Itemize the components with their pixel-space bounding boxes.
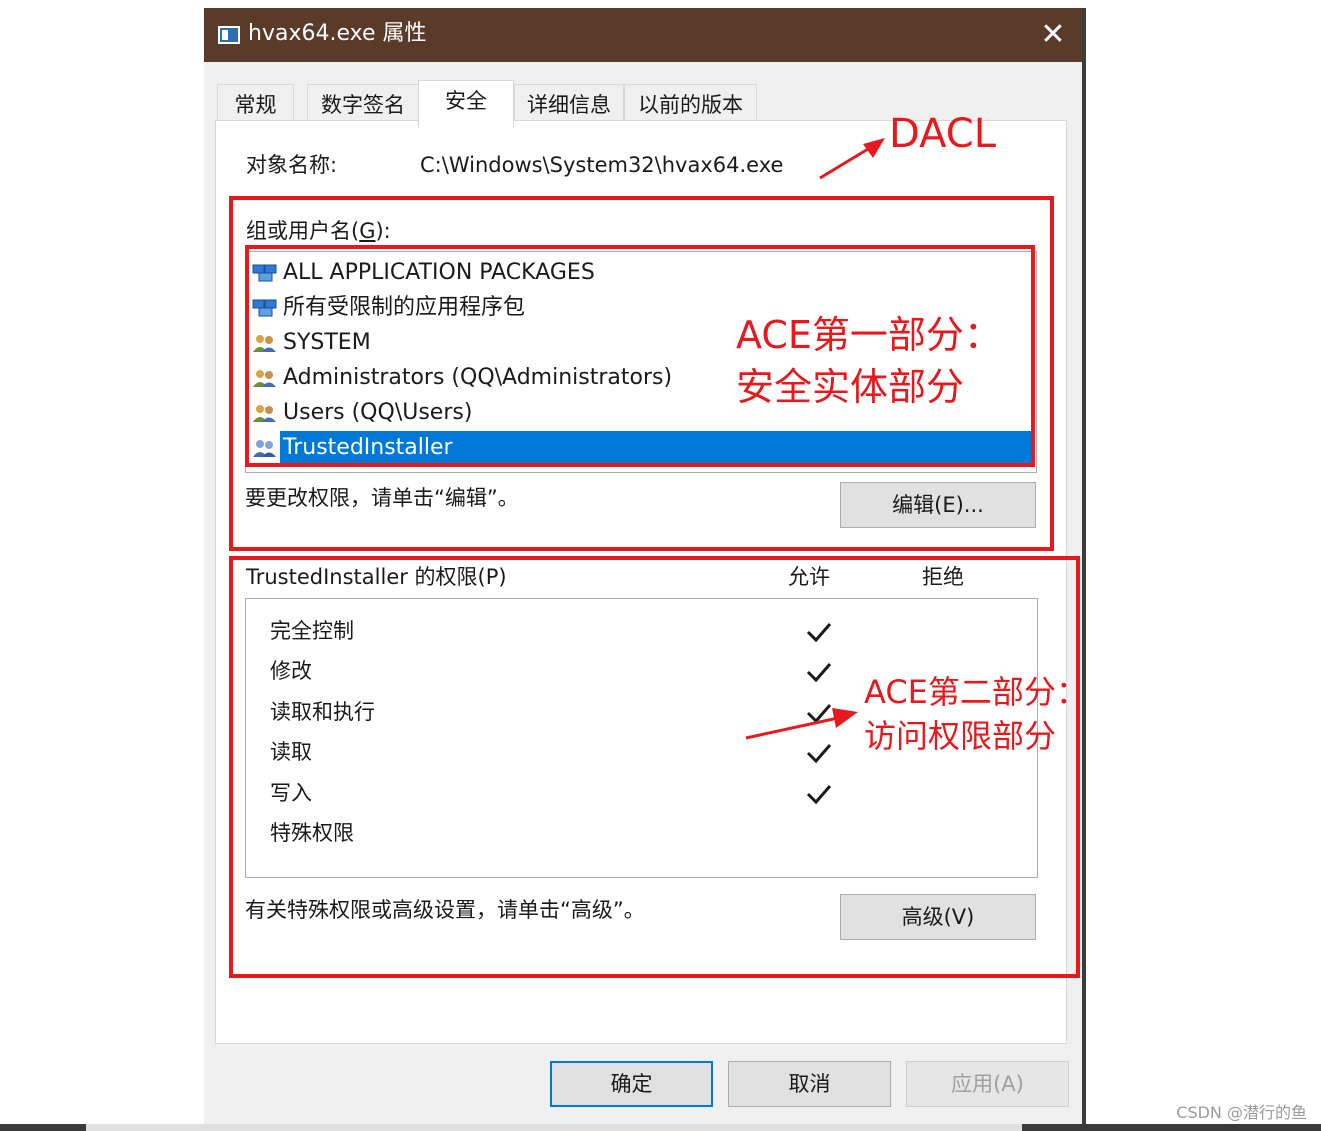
tab-digital-signatures[interactable]: 数字签名 xyxy=(307,84,419,124)
ok-button[interactable]: 确定 xyxy=(550,1061,713,1107)
dacl-arrow-icon xyxy=(819,138,885,180)
ace-part2-annotation-box xyxy=(229,556,1080,978)
close-button[interactable]: ✕ xyxy=(1034,16,1072,54)
tab-details[interactable]: 详细信息 xyxy=(514,84,624,124)
ace-part1-annotation-line1: ACE第一部分： xyxy=(736,313,1002,357)
window-app-icon xyxy=(218,26,240,44)
window-title: hvax64.exe 属性 xyxy=(248,21,427,46)
tab-general[interactable]: 常规 xyxy=(217,84,294,124)
title-bar[interactable]: hvax64.exe 属性 ✕ xyxy=(204,8,1086,62)
tab-previous-versions[interactable]: 以前的版本 xyxy=(624,84,757,124)
apply-button[interactable]: 应用(A) xyxy=(906,1061,1069,1107)
tab-security[interactable]: 安全 xyxy=(418,80,514,128)
ace-part2-arrow-icon xyxy=(745,708,858,740)
dacl-annotation: DACL xyxy=(889,111,996,157)
ace-part2-annotation-line2: 访问权限部分 xyxy=(864,717,1057,755)
object-name-value: C:\Windows\System32\hvax64.exe xyxy=(420,153,784,177)
cancel-button[interactable]: 取消 xyxy=(728,1061,891,1107)
object-name-label: 对象名称: xyxy=(246,153,338,177)
bottom-edge xyxy=(0,1124,1321,1131)
window-edge xyxy=(1082,8,1086,1124)
ace-part1-annotation-line2: 安全实体部分 xyxy=(736,365,965,409)
ace-part2-annotation-line1: ACE第二部分： xyxy=(864,673,1088,711)
watermark: CSDN @潜行的鱼 xyxy=(1176,1103,1307,1122)
